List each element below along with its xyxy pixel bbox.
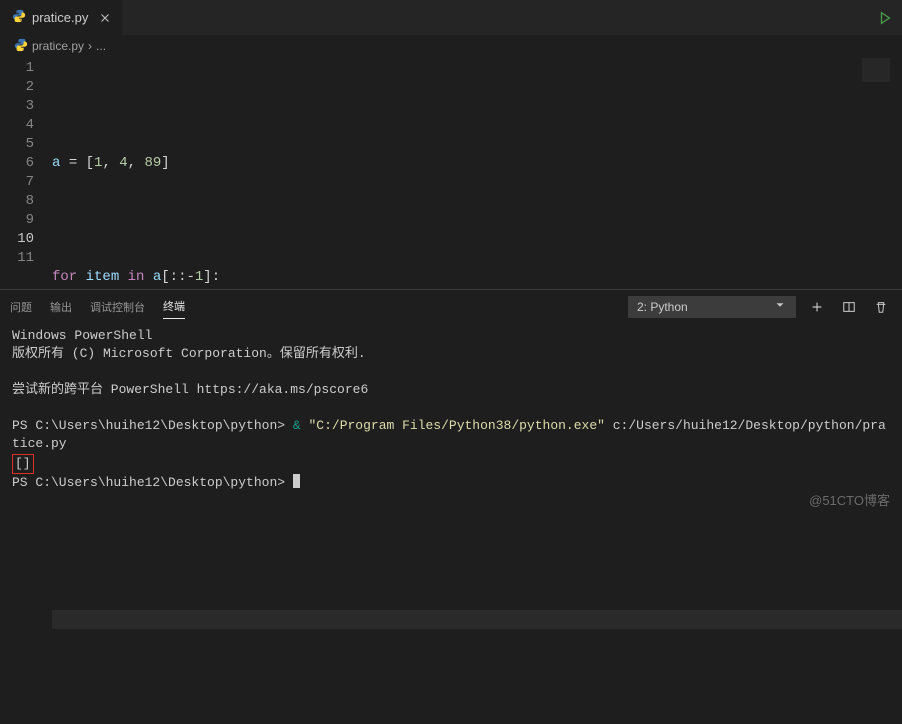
editor-tab-bar: pratice.py: [0, 0, 902, 35]
terminal-content[interactable]: Windows PowerShell 版权所有 (C) Microsoft Co…: [0, 323, 902, 515]
python-file-icon: [14, 38, 28, 55]
panel-tab-output[interactable]: 输出: [50, 295, 72, 319]
terminal-selected-label: 2: Python: [637, 300, 688, 314]
close-icon[interactable]: [98, 11, 112, 25]
panel-tab-bar: 问题 输出 调试控制台 终端 2: Python: [0, 290, 902, 323]
breadcrumb[interactable]: pratice.py › ...: [0, 35, 902, 57]
minimap[interactable]: [862, 58, 890, 82]
tab-pratice-py[interactable]: pratice.py: [0, 0, 123, 35]
terminal-selector[interactable]: 2: Python: [628, 296, 796, 318]
run-button[interactable]: [868, 0, 902, 35]
panel-tab-problems[interactable]: 问题: [10, 295, 32, 319]
new-terminal-button[interactable]: [806, 296, 828, 318]
bottom-panel: 问题 输出 调试控制台 终端 2: Python Windows PowerSh…: [0, 289, 902, 515]
chevron-right-icon: ›: [88, 39, 92, 53]
highlighted-output: []: [12, 454, 34, 474]
split-terminal-button[interactable]: [838, 296, 860, 318]
watermark: @51CTO博客: [809, 490, 890, 509]
panel-tab-debug-console[interactable]: 调试控制台: [90, 295, 145, 319]
panel-tab-terminal[interactable]: 终端: [163, 294, 185, 319]
breadcrumb-file: pratice.py: [32, 39, 84, 53]
terminal-cursor: [293, 474, 300, 488]
python-file-icon: [12, 9, 26, 26]
kill-terminal-button[interactable]: [870, 296, 892, 318]
tab-filename: pratice.py: [32, 10, 88, 25]
chevron-down-icon: [773, 298, 787, 315]
breadcrumb-suffix: ...: [96, 39, 106, 53]
